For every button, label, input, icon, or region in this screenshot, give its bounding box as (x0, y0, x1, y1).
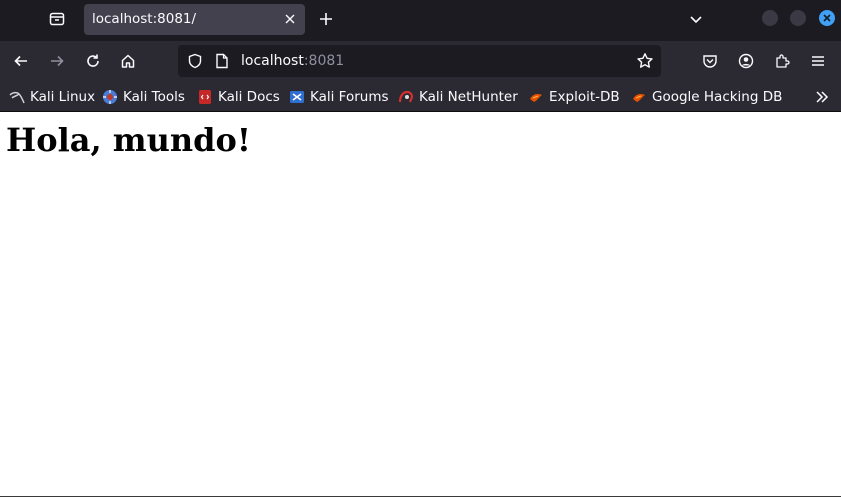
active-tab[interactable]: localhost:8081/ (84, 4, 305, 35)
forward-arrow-icon[interactable] (47, 51, 67, 71)
account-icon[interactable] (736, 51, 756, 71)
kali-tools-icon (102, 89, 118, 105)
chevron-down-icon[interactable] (686, 9, 706, 29)
nethunter-icon (398, 89, 414, 105)
bookmark-label: Kali Docs (218, 89, 280, 105)
navigation-toolbar: localhost:8081 (0, 41, 841, 81)
close-window-button[interactable] (819, 10, 835, 26)
bookmark-label: Google Hacking DB (652, 89, 783, 105)
bookmark-kali-nethunter[interactable]: Kali NetHunter (398, 88, 518, 106)
bookmark-label: Kali Forums (310, 89, 389, 105)
bookmark-kali-linux[interactable]: Kali Linux (9, 88, 95, 106)
close-tab-icon[interactable] (283, 12, 297, 26)
chevron-double-right-icon[interactable] (812, 87, 832, 107)
page-content: Hola, mundo! (0, 113, 841, 496)
bookmark-star-icon[interactable] (635, 51, 655, 71)
url-bar[interactable]: localhost:8081 (178, 45, 661, 77)
tab-strip: localhost:8081/ (0, 0, 841, 41)
firefox-view-icon[interactable] (46, 8, 68, 30)
reload-icon[interactable] (83, 51, 103, 71)
back-arrow-icon[interactable] (11, 51, 31, 71)
page-heading: Hola, mundo! (6, 121, 251, 159)
bookmark-google-hacking-db[interactable]: Google Hacking DB (631, 88, 782, 106)
url-host: localhost (241, 53, 304, 69)
ghdb-icon (631, 89, 647, 105)
home-icon[interactable] (118, 51, 138, 71)
bookmark-exploit-db[interactable]: Exploit-DB (528, 88, 620, 106)
kali-dragon-icon (9, 89, 25, 105)
kali-forums-icon (289, 89, 305, 105)
new-tab-icon[interactable] (316, 9, 336, 29)
pocket-icon[interactable] (700, 51, 720, 71)
bookmark-label: Kali Tools (123, 89, 185, 105)
bookmark-label: Exploit-DB (549, 89, 620, 105)
page-info-icon[interactable] (213, 52, 231, 70)
bookmark-kali-tools[interactable]: Kali Tools (102, 88, 185, 106)
bookmark-kali-forums[interactable]: Kali Forums (289, 88, 389, 106)
maximize-window-button[interactable] (790, 10, 806, 26)
bookmarks-toolbar: Kali Linux Kali Tools Kali Docs Kali For… (0, 81, 841, 112)
kali-docs-icon (197, 89, 213, 105)
exploit-db-icon (528, 89, 544, 105)
menu-icon[interactable] (808, 51, 828, 71)
extensions-icon[interactable] (772, 51, 792, 71)
shield-icon[interactable] (186, 52, 204, 70)
tab-title: localhost:8081/ (92, 11, 197, 27)
bookmark-label: Kali Linux (30, 89, 96, 105)
bookmark-label: Kali NetHunter (419, 89, 518, 105)
url-port: :8081 (303, 53, 345, 69)
bookmark-kali-docs[interactable]: Kali Docs (197, 88, 280, 106)
url-text: localhost:8081 (241, 53, 344, 69)
minimize-window-button[interactable] (762, 10, 778, 26)
